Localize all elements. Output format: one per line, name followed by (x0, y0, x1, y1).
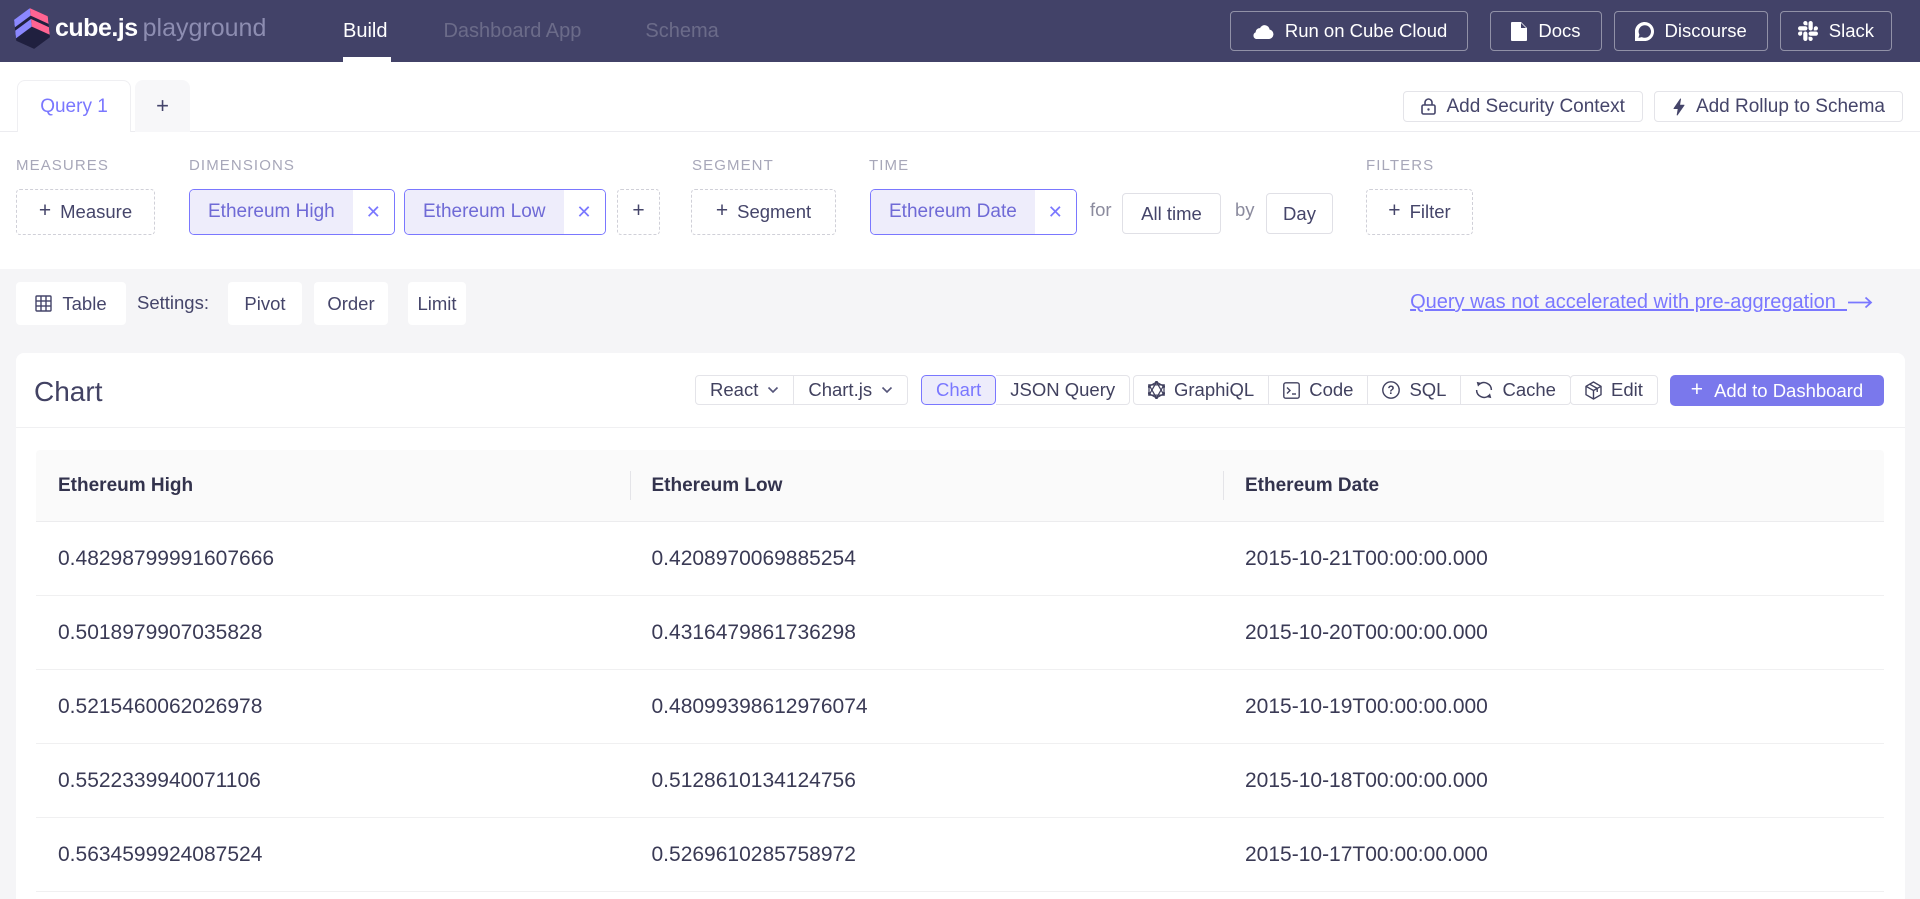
svg-text:?: ? (1388, 385, 1395, 397)
